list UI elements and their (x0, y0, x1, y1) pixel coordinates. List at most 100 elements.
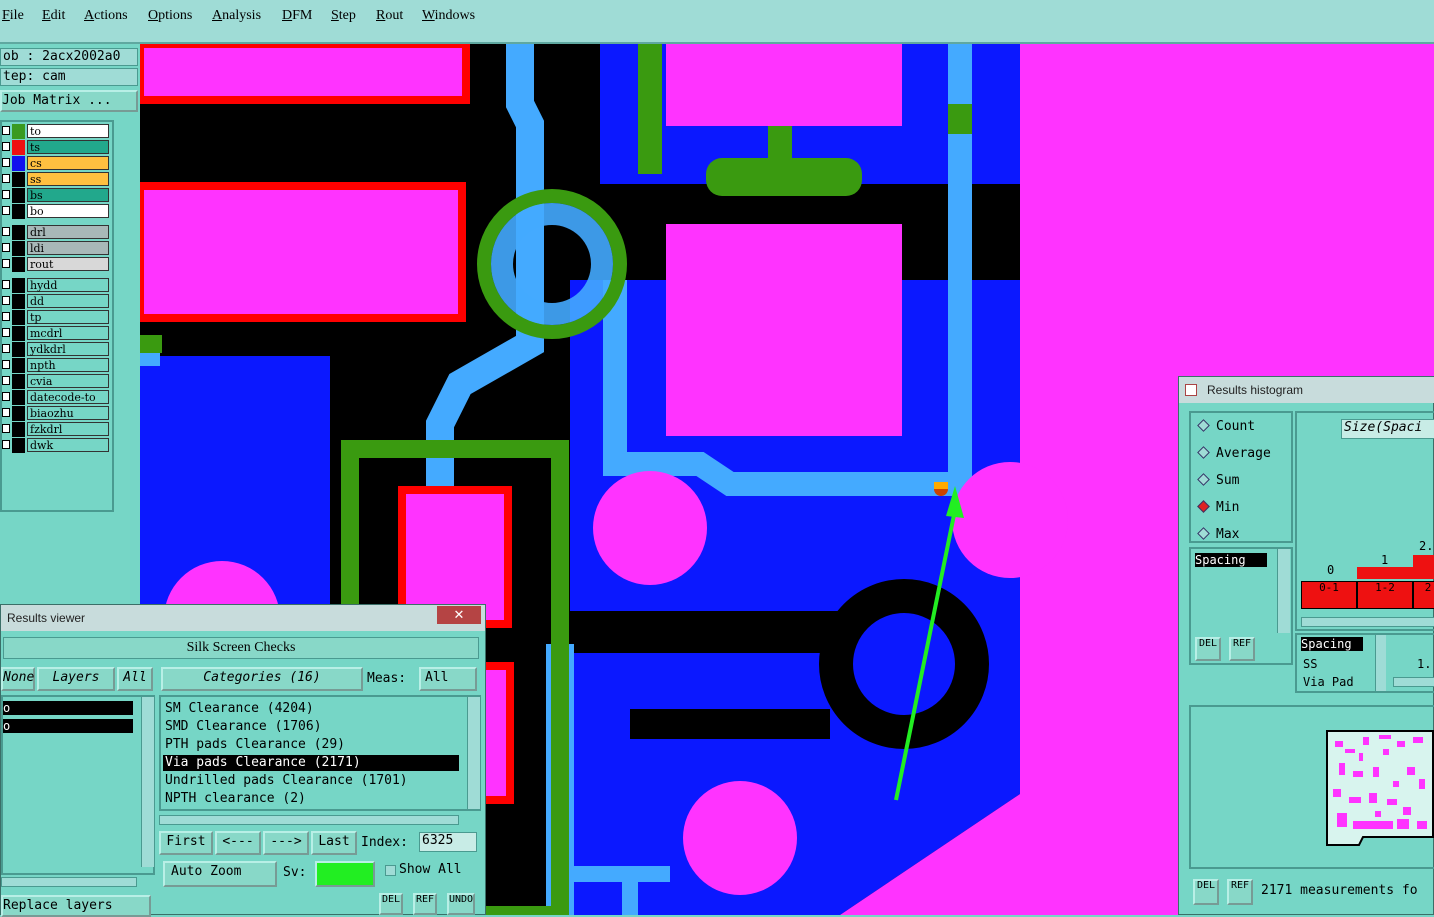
undo-button[interactable]: UNDO (447, 893, 475, 915)
category-item[interactable]: NPTH clearance (2) (163, 791, 459, 807)
hist-del-button[interactable]: DEL (1195, 637, 1221, 661)
layer-checkbox[interactable] (2, 280, 10, 289)
layer-row[interactable]: bo (2, 204, 114, 219)
category-list-hscroll[interactable] (159, 815, 459, 825)
layer-checkbox[interactable] (2, 328, 10, 337)
category-item[interactable]: PTH pads Clearance (29) (163, 737, 459, 753)
layer-row[interactable]: fzkdrl (2, 422, 114, 437)
layer-checkbox[interactable] (2, 440, 10, 449)
layer-result-item[interactable]: o (3, 701, 133, 715)
category-item[interactable]: Via pads Clearance (2171) (163, 755, 459, 771)
board-thumbnail[interactable] (1323, 727, 1434, 851)
option-min[interactable]: Min (1197, 500, 1239, 515)
layer-color-swatch[interactable] (12, 257, 25, 272)
option-max[interactable]: Max (1197, 527, 1239, 542)
histogram-bin[interactable]: 0-1 (1301, 581, 1357, 609)
layer-row[interactable]: to (2, 124, 114, 139)
detail-slider[interactable] (1393, 677, 1434, 687)
map-del-button[interactable]: DEL (1193, 879, 1219, 905)
histogram-hscroll[interactable] (1301, 617, 1434, 627)
layer-row[interactable]: ss (2, 172, 114, 187)
layer-color-swatch[interactable] (12, 204, 25, 219)
layer-name[interactable]: biaozhu (27, 406, 109, 420)
layer-checkbox[interactable] (2, 142, 10, 151)
layer-color-swatch[interactable] (12, 225, 25, 240)
job-matrix-button[interactable]: Job Matrix ... (0, 90, 138, 112)
layer-color-swatch[interactable] (12, 241, 25, 256)
layer-color-swatch[interactable] (12, 326, 25, 341)
layer-row[interactable]: dd (2, 294, 114, 309)
layer-row[interactable]: npth (2, 358, 114, 373)
map-ref-button[interactable]: REF (1227, 879, 1253, 905)
layer-color-swatch[interactable] (12, 156, 25, 171)
menu-edit[interactable]: Edit (42, 8, 65, 24)
layer-checkbox[interactable] (2, 344, 10, 353)
layer-checkbox[interactable] (2, 190, 10, 199)
layer-checkbox[interactable] (2, 259, 10, 268)
layer-checkbox[interactable] (2, 408, 10, 417)
layer-checkbox[interactable] (2, 312, 10, 321)
layer-result-item[interactable]: o (3, 719, 133, 733)
menu-actions[interactable]: Actions (84, 8, 128, 24)
layer-color-swatch[interactable] (12, 342, 25, 357)
menu-rout[interactable]: Rout (376, 8, 403, 24)
category-item[interactable]: SMD Clearance (1706) (163, 719, 459, 735)
layer-name[interactable]: rout (27, 257, 109, 271)
layer-name[interactable]: ydkdrl (27, 342, 109, 356)
layer-checkbox[interactable] (2, 174, 10, 183)
layer-name[interactable]: bo (27, 204, 109, 218)
layer-checkbox[interactable] (2, 126, 10, 135)
layer-name[interactable]: cvia (27, 374, 109, 388)
layer-row[interactable]: cs (2, 156, 114, 171)
layer-color-swatch[interactable] (12, 310, 25, 325)
layer-checkbox[interactable] (2, 360, 10, 369)
layer-name[interactable]: npth (27, 358, 109, 372)
ref-button[interactable]: REF (413, 893, 437, 915)
detail-scrollbar[interactable] (1375, 635, 1386, 691)
menu-options[interactable]: Options (148, 8, 192, 24)
layer-name[interactable]: datecode-to (27, 390, 109, 404)
layer-checkbox[interactable] (2, 243, 10, 252)
layer-row[interactable]: cvia (2, 374, 114, 389)
layer-color-swatch[interactable] (12, 438, 25, 453)
layer-row[interactable]: datecode-to (2, 390, 114, 405)
option-count[interactable]: Count (1197, 419, 1255, 434)
layer-color-swatch[interactable] (12, 374, 25, 389)
layer-row[interactable]: dwk (2, 438, 114, 453)
layer-checkbox[interactable] (2, 158, 10, 167)
last-button[interactable]: Last (311, 831, 357, 855)
layer-name[interactable]: cs (27, 156, 109, 170)
layer-row[interactable]: tp (2, 310, 114, 325)
layer-row[interactable]: ydkdrl (2, 342, 114, 357)
sv-color-dropdown[interactable] (315, 861, 375, 887)
index-input[interactable]: 6325 (419, 832, 477, 852)
layer-color-swatch[interactable] (12, 124, 25, 139)
layer-row[interactable]: ts (2, 140, 114, 155)
layer-color-swatch[interactable] (12, 390, 25, 405)
layer-color-swatch[interactable] (12, 188, 25, 203)
layer-name[interactable]: hydd (27, 278, 109, 292)
all-layers-button[interactable]: All (117, 667, 153, 691)
layer-color-swatch[interactable] (12, 406, 25, 421)
layer-row[interactable]: bs (2, 188, 114, 203)
layer-color-swatch[interactable] (12, 422, 25, 437)
layer-color-swatch[interactable] (12, 278, 25, 293)
layer-color-swatch[interactable] (12, 358, 25, 373)
next-button[interactable]: ---> (263, 831, 309, 855)
layer-name[interactable]: drl (27, 225, 109, 239)
auto-zoom-dropdown[interactable]: Auto Zoom (163, 861, 277, 887)
layer-color-swatch[interactable] (12, 172, 25, 187)
option-average[interactable]: Average (1197, 446, 1271, 461)
layer-name[interactable]: mcdrl (27, 326, 109, 340)
show-all-checkbox[interactable] (385, 865, 396, 876)
layer-checkbox[interactable] (2, 296, 10, 305)
layers-button[interactable]: Layers (37, 667, 115, 691)
first-button[interactable]: First (159, 831, 213, 855)
none-button[interactable]: None (1, 667, 35, 691)
menu-file[interactable]: File (2, 8, 24, 24)
layer-row[interactable]: mcdrl (2, 326, 114, 341)
layer-checkbox[interactable] (2, 376, 10, 385)
spacing-item[interactable]: Spacing (1195, 553, 1267, 567)
layer-checkbox[interactable] (2, 206, 10, 215)
layer-name[interactable]: ldi (27, 241, 109, 255)
